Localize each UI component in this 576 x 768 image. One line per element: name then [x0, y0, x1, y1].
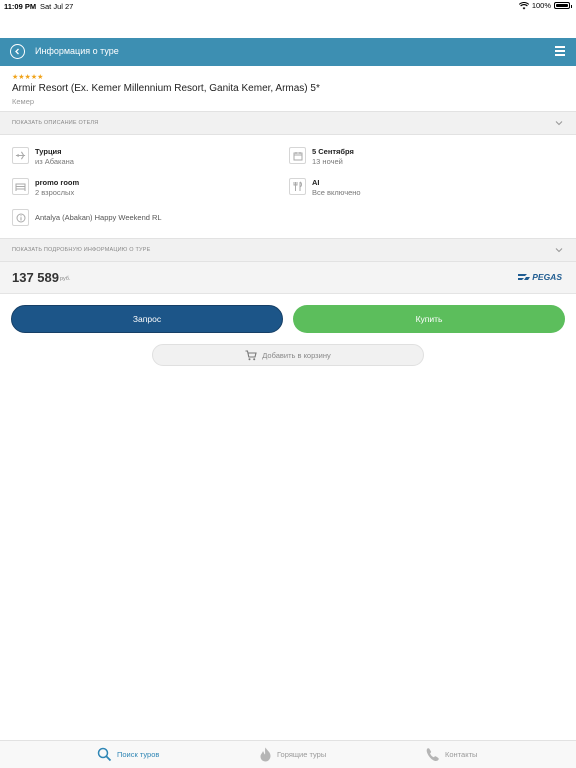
- hotel-description-label: Показать описание отеля: [12, 120, 99, 126]
- room-type: promo room: [35, 178, 80, 187]
- page-title: Информация о туре: [35, 46, 119, 56]
- plane-icon: [12, 147, 29, 164]
- country: Турция: [35, 147, 62, 156]
- bed-icon: [12, 178, 29, 195]
- tour-price: 137 589: [12, 270, 59, 285]
- price-currency: руб.: [60, 276, 71, 282]
- tab-bar: Поиск туров Горящие туры Контакты: [0, 740, 576, 768]
- tab-hot-tours[interactable]: Горящие туры: [259, 747, 326, 762]
- hotel-city: Кемер: [12, 97, 35, 106]
- status-bar: 11:09 PM Sat Jul 27 100%: [0, 0, 576, 14]
- tab-hot-label: Горящие туры: [277, 750, 327, 759]
- cart-icon: [245, 349, 257, 360]
- info-icon: [12, 209, 29, 226]
- back-button[interactable]: [10, 44, 25, 59]
- hotel-header: ★★★★★ Armir Resort (Ex. Kemer Millennium…: [0, 66, 576, 111]
- add-to-cart-button[interactable]: Добавить в корзину: [152, 344, 424, 366]
- nav-bar: Информация о туре: [0, 38, 576, 66]
- tab-search-label: Поиск туров: [117, 750, 160, 759]
- tab-contacts[interactable]: Контакты: [425, 747, 477, 762]
- price-row: 137 589 руб. PEGAS: [0, 262, 576, 294]
- search-icon: [97, 747, 112, 762]
- tour-name: Antalya (Abakan) Happy Weekend RL: [35, 213, 162, 222]
- tour-date: 5 Сентября: [312, 147, 354, 156]
- calendar-icon: [289, 147, 306, 164]
- meal-description: Все включено: [312, 188, 361, 197]
- tour-nights: 13 ночей: [312, 157, 343, 166]
- chevron-down-icon: [555, 248, 563, 253]
- status-time: 11:09 PM: [4, 2, 37, 11]
- chevron-left-icon: [15, 48, 19, 55]
- operator-name: PEGAS: [532, 272, 562, 282]
- request-button[interactable]: Запрос: [11, 305, 283, 333]
- operator-logo: PEGAS: [518, 272, 562, 282]
- hotel-stars: ★★★★★: [12, 74, 44, 81]
- tab-search-tours[interactable]: Поиск туров: [97, 747, 159, 762]
- chevron-down-icon: [555, 121, 563, 126]
- status-date: Sat Jul 27: [40, 2, 74, 11]
- hotel-description-toggle[interactable]: Показать описание отеля: [0, 111, 576, 135]
- departure-city: из Абакана: [35, 157, 74, 166]
- menu-icon[interactable]: [555, 46, 565, 56]
- meal-code: AI: [312, 178, 320, 187]
- request-button-label: Запрос: [132, 314, 162, 324]
- buy-button[interactable]: Купить: [293, 305, 565, 333]
- tour-details-label: Показать подробную информацию о туре: [12, 247, 151, 253]
- buy-button-label: Купить: [415, 314, 443, 324]
- add-to-cart-label: Добавить в корзину: [262, 350, 331, 360]
- tour-details-toggle[interactable]: Показать подробную информацию о туре: [0, 238, 576, 262]
- hotel-name: Armir Resort (Ex. Kemer Millennium Resor…: [12, 83, 320, 94]
- status-right: 100%: [518, 1, 572, 10]
- phone-icon: [426, 748, 439, 762]
- battery-icon: [554, 2, 572, 9]
- pegas-logo-icon: [518, 274, 531, 280]
- battery-percent: 100%: [531, 1, 551, 10]
- wifi-icon: [518, 1, 529, 9]
- flame-icon: [260, 747, 271, 762]
- guests: 2 взрослых: [35, 188, 75, 197]
- tab-contacts-label: Контакты: [445, 750, 478, 759]
- fork-knife-icon: [289, 178, 306, 195]
